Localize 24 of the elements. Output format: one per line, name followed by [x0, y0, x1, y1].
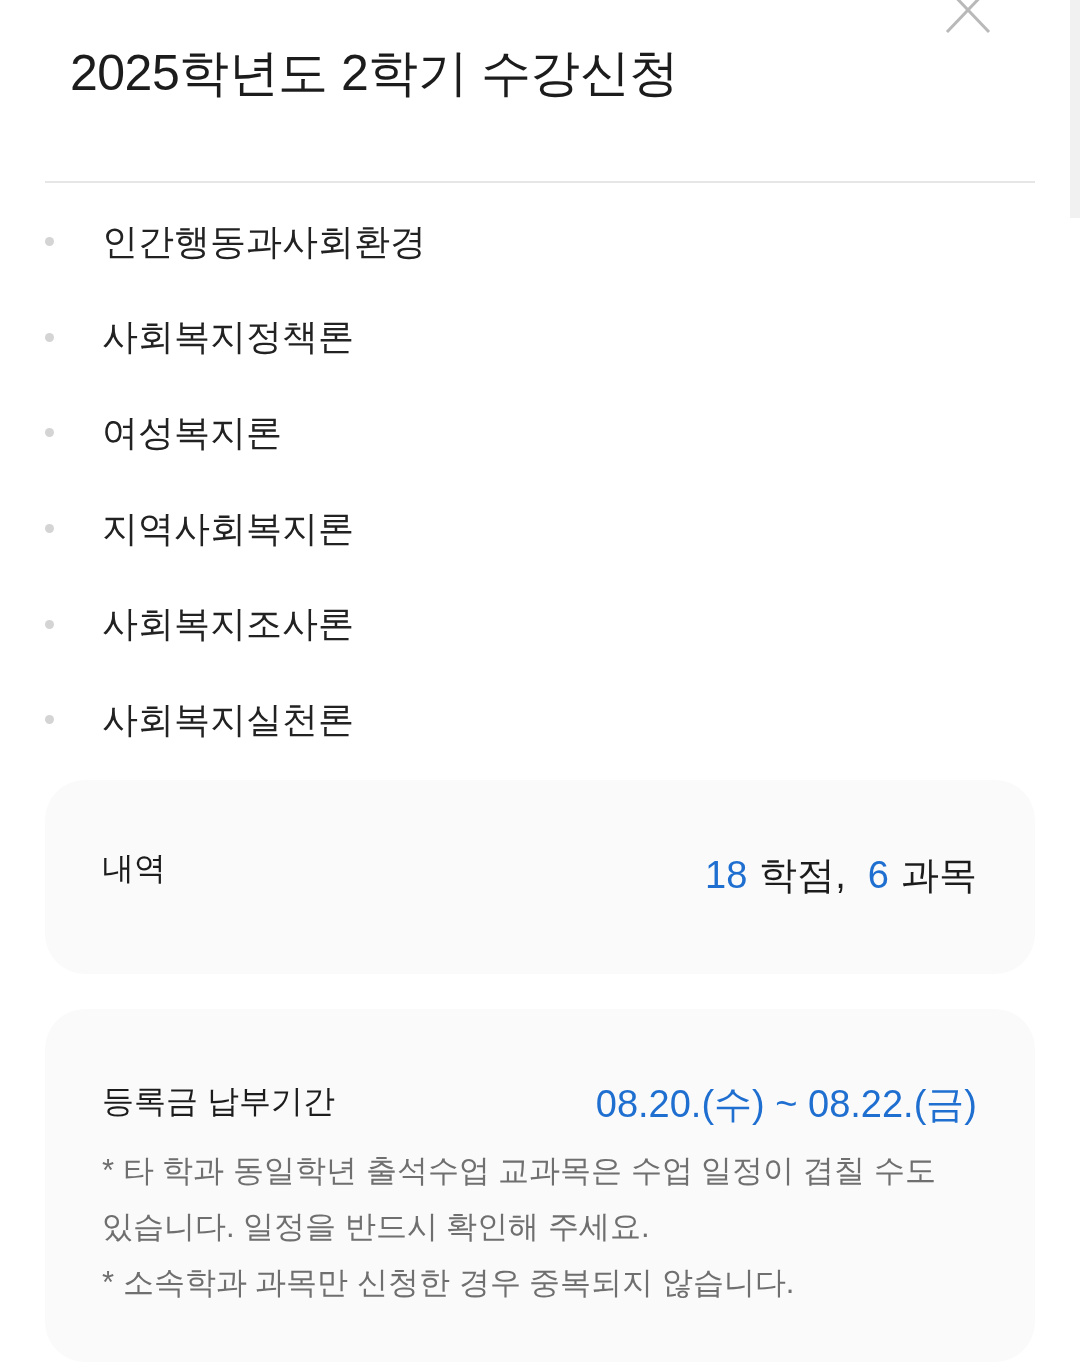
bullet-icon	[45, 715, 54, 725]
note-text: * 소속학과 과목만 신청한 경우 중복되지 않습니다.	[102, 1263, 796, 1302]
bullet-icon	[45, 524, 54, 534]
payment-period: 08.20.(수) ~ 08.22.(금)	[595, 1081, 977, 1127]
bullet-icon	[45, 619, 54, 629]
total-unit: 과목	[901, 852, 977, 897]
total-value: 18	[705, 852, 748, 897]
course-name: 인간행동과사회환경	[102, 219, 426, 264]
bullet-icon	[45, 332, 54, 342]
bullet-icon	[45, 428, 54, 438]
close-icon	[944, 0, 992, 34]
course-name: 사회복지정책론	[102, 315, 354, 360]
note-text: * 타 학과 동일학년 출석수업 교과목은 수업 일정이 겹칠 수도 있습니다. 일정을 반드시 확인해 주세요.	[102, 1151, 937, 1246]
total-unit: 학점,	[759, 852, 846, 897]
summary-label: 내역	[102, 848, 166, 888]
payment-label: 등록금 납부기간	[102, 1081, 335, 1121]
total-value: 6	[867, 852, 889, 897]
bullet-icon	[45, 237, 54, 247]
page-title: 2025학년도 2학기 수강신청	[70, 45, 680, 101]
course-name: 사회복지실천론	[102, 697, 354, 742]
course-name: 사회복지조사론	[102, 602, 354, 647]
course-name: 지역사회복지론	[102, 506, 354, 551]
course-name: 여성복지론	[102, 411, 282, 455]
close-button[interactable]	[944, 0, 992, 34]
